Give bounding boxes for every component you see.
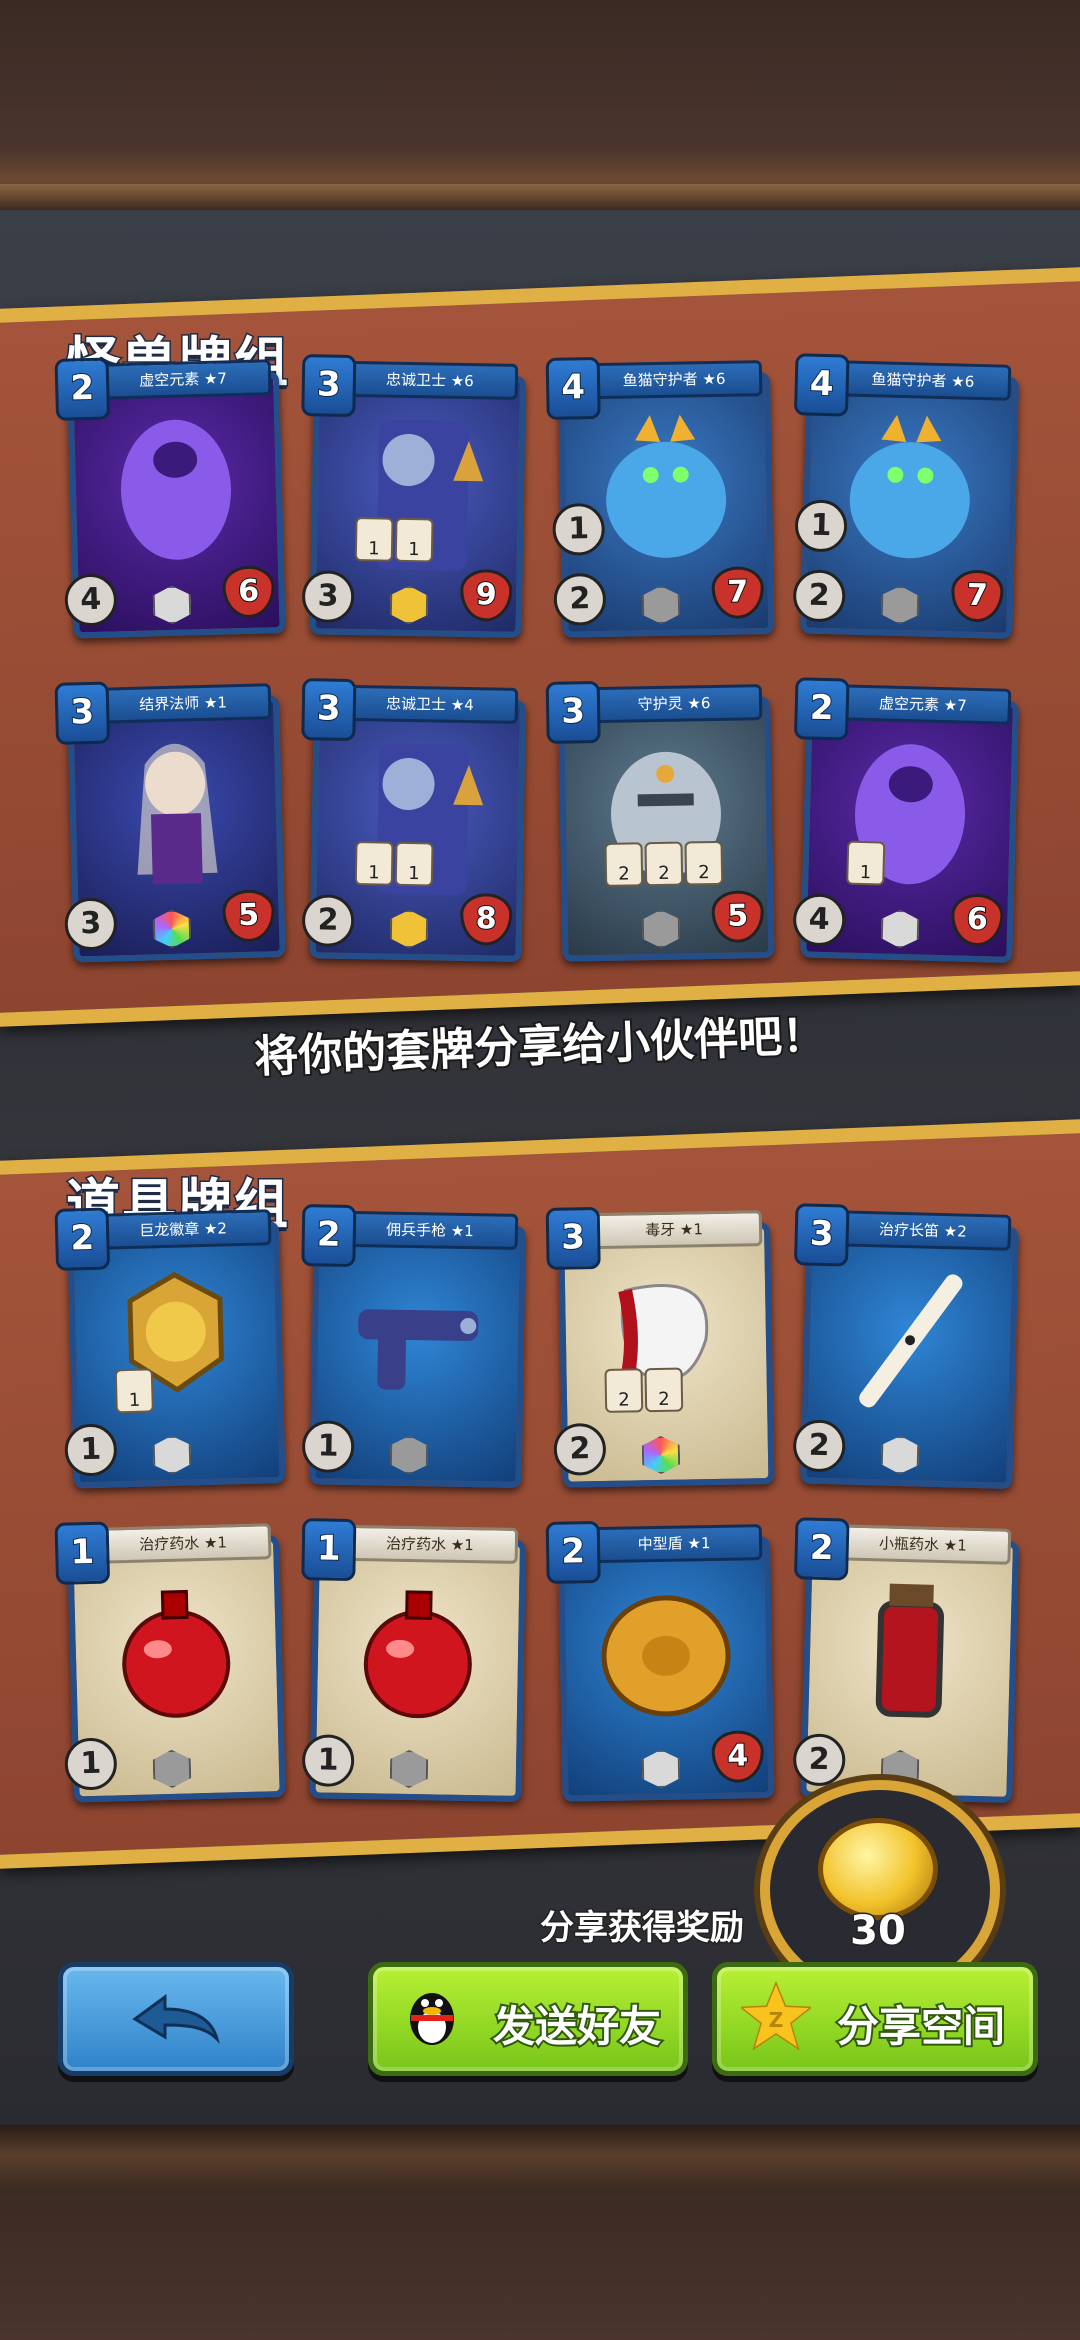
card-cost: 2 (54, 357, 111, 421)
send-friend-label: 发送好友 (491, 2000, 663, 2053)
card-ability-badge: 1 (846, 840, 886, 886)
card-name: 忠诚卫士 ★6 (341, 360, 519, 400)
item-card[interactable]: 治疗长笛 ★2 3 2 (792, 1203, 1020, 1489)
card-cost: 2 (54, 1207, 111, 1271)
monster-card[interactable]: 鱼猫守护者 ★6 4 2 1 7 (545, 354, 775, 638)
monster-card[interactable]: 结界法师 ★1 3 3 5 (54, 677, 286, 963)
card-name: 鱼猫守护者 ★6 (834, 360, 1012, 401)
monster-card[interactable]: 虚空元素 ★7 2 4 6 (54, 353, 286, 639)
card-cost: 2 (793, 1517, 850, 1581)
send-friend-button[interactable]: 发送好友 (368, 1962, 688, 2076)
card-name: 虚空元素 ★7 (834, 684, 1012, 725)
card-ability-badge: 2 (604, 842, 644, 887)
share-space-label: 分享空间 (835, 2000, 1007, 2053)
card-cost: 3 (545, 680, 601, 744)
back-button[interactable] (58, 1962, 294, 2076)
card-cost: 3 (301, 354, 357, 418)
monster-card[interactable]: 忠诚卫士 ★4 3 2 8 1 1 (301, 678, 527, 962)
gold-coin-icon (818, 1818, 938, 1920)
reward-label: 分享获得奖励 (539, 1907, 746, 1950)
reward-amount: 30 (849, 1907, 908, 1956)
monster-card[interactable]: 忠诚卫士 ★6 3 3 9 1 1 (301, 354, 527, 638)
monster-card[interactable]: 虚空元素 ★7 2 4 6 1 (792, 677, 1020, 963)
item-card[interactable]: 巨龙徽章 ★2 2 1 1 (54, 1203, 286, 1489)
card-name: 佣兵手枪 ★1 (341, 1210, 519, 1250)
bottom-frame (0, 2125, 1080, 2340)
qq-penguin-icon (410, 1993, 454, 2045)
item-card[interactable]: 毒牙 ★1 3 2 2 2 (545, 1204, 775, 1488)
monster-card[interactable]: 守护灵 ★6 3 5 2 2 2 (545, 678, 775, 962)
card-name: 忠诚卫士 ★4 (341, 684, 519, 724)
card-ability-badge: 1 (114, 1368, 154, 1414)
item-card[interactable]: 治疗药水 ★1 1 1 (54, 1517, 286, 1803)
item-card[interactable]: 中型盾 ★1 2 4 (545, 1518, 775, 1802)
card-cost: 3 (545, 1206, 601, 1270)
card-ability-badge: 1 (394, 841, 434, 887)
card-name: 治疗药水 ★1 (341, 1524, 519, 1564)
card-cost: 2 (545, 1520, 601, 1584)
card-cost: 4 (793, 353, 850, 417)
card-cost: 1 (54, 1521, 111, 1585)
item-card[interactable]: 治疗药水 ★1 1 1 (301, 1518, 527, 1802)
card-cost: 3 (301, 678, 357, 742)
card-ability-badge: 2 (684, 840, 724, 886)
card-ability-badge: 2 (644, 1367, 684, 1413)
svg-text:Z: Z (769, 2008, 784, 2032)
item-card[interactable]: 佣兵手枪 ★1 2 1 (301, 1204, 527, 1488)
card-name: 结界法师 ★1 (94, 683, 272, 724)
card-cost: 3 (54, 681, 111, 745)
share-space-button[interactable]: Z 分享空间 (712, 1962, 1038, 2076)
card-name: 巨龙徽章 ★2 (94, 1209, 272, 1250)
card-ability-badge: 2 (644, 841, 684, 887)
card-name: 治疗长笛 ★2 (834, 1210, 1012, 1251)
card-ability-badge: 1 (354, 841, 394, 886)
card-ability-badge: 1 (394, 517, 434, 563)
item-card[interactable]: 小瓶药水 ★1 2 2 (792, 1517, 1020, 1803)
card-cost: 3 (793, 1203, 850, 1267)
card-cost: 2 (793, 677, 850, 741)
card-name: 虚空元素 ★7 (94, 359, 272, 400)
card-name: 治疗药水 ★1 (94, 1523, 272, 1564)
card-name: 小瓶药水 ★1 (834, 1524, 1012, 1565)
card-cost: 1 (301, 1518, 357, 1582)
card-name: 毒牙 ★1 (585, 1210, 763, 1250)
monster-card[interactable]: 鱼猫守护者 ★6 4 2 1 7 (792, 353, 1020, 639)
card-name: 守护灵 ★6 (585, 684, 763, 724)
back-arrow-icon (132, 1994, 220, 2045)
card-name: 鱼猫守护者 ★6 (585, 360, 763, 400)
card-name: 中型盾 ★1 (585, 1524, 763, 1564)
card-ability-badge: 1 (354, 517, 394, 562)
card-ability-badge: 2 (604, 1368, 644, 1413)
top-frame (0, 0, 1080, 210)
qzone-star-icon: Z (741, 1981, 811, 2051)
card-cost: 2 (301, 1204, 357, 1268)
card-cost: 4 (545, 356, 601, 420)
